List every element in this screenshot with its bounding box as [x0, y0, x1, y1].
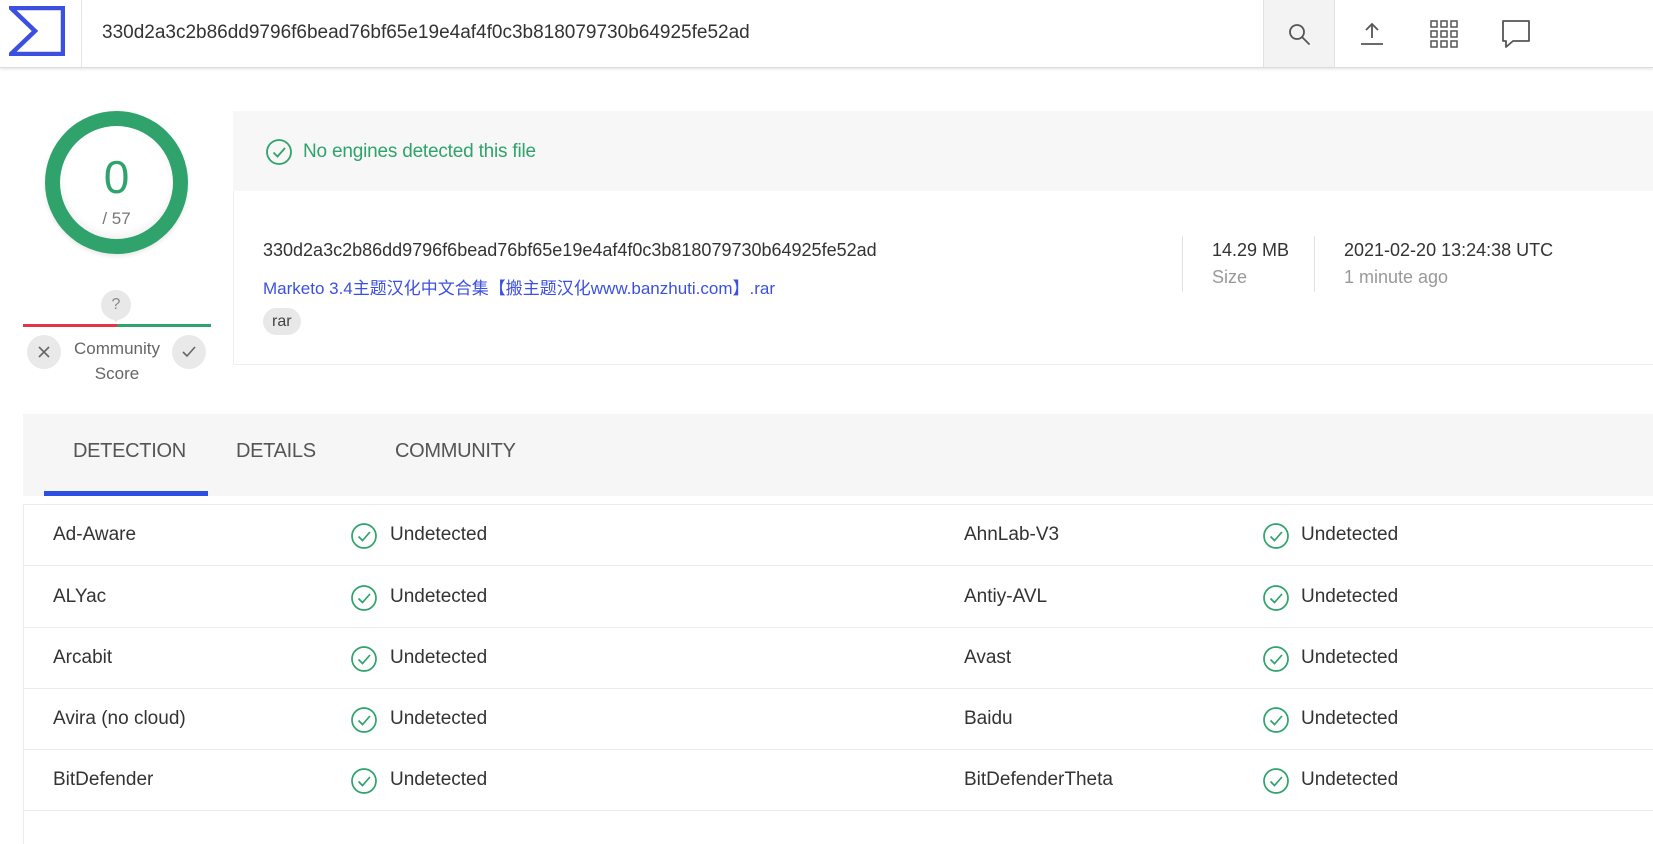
- score-inner: 0 / 57: [60, 126, 173, 239]
- meta-divider: [1314, 236, 1315, 292]
- engine-name: BitDefenderTheta: [964, 769, 1113, 790]
- chat-icon: [1502, 19, 1530, 48]
- vote-harmless-button[interactable]: [172, 335, 206, 369]
- engine-name: Baidu: [964, 708, 1013, 729]
- analysis-date-relative: 1 minute ago: [1344, 267, 1449, 287]
- sigma-logo-icon[interactable]: [9, 6, 65, 56]
- active-tab-indicator: [44, 491, 208, 496]
- table-row: BitDefender Undetected BitDefenderTheta …: [24, 750, 1653, 811]
- file-size-value: 14.29 MB: [1212, 240, 1290, 260]
- meta-divider: [1182, 236, 1183, 292]
- file-name-link[interactable]: Marketo 3.4主题汉化中文合集【搬主题汉化www.banzhuti.co…: [263, 274, 775, 299]
- report-tabs: DETECTION DETAILS COMMUNITY: [23, 414, 1653, 496]
- engine-name: Arcabit: [53, 647, 113, 668]
- table-row: Arcabit Undetected Avast Undetected: [24, 628, 1653, 689]
- tab-detection[interactable]: DETECTION: [73, 440, 186, 463]
- check-circle-icon: [1263, 523, 1289, 549]
- apps-grid-icon: [1430, 19, 1458, 48]
- file-hash: 330d2a3c2b86dd9796f6bead76bf65e19e4af4f0…: [263, 240, 877, 260]
- search-button[interactable]: [1263, 0, 1335, 67]
- community-label-line1: Community: [74, 339, 160, 358]
- community-bar-negative: [23, 324, 117, 327]
- community-score-label: Community Score: [62, 336, 172, 386]
- chat-button[interactable]: [1480, 0, 1552, 67]
- analysis-date-value: 2021-02-20 13:24:38 UTC: [1344, 240, 1554, 260]
- check-circle-icon: [1263, 585, 1289, 611]
- engine-status: Undetected: [390, 647, 488, 668]
- total-engines: / 57: [102, 209, 131, 228]
- community-label-line2: Score: [94, 364, 140, 383]
- engine-status: Undetected: [390, 524, 488, 545]
- engine-status: Undetected: [1301, 647, 1399, 668]
- engine-name: ALYac: [53, 586, 107, 607]
- top-bar: [0, 0, 1653, 68]
- check-circle-icon: [266, 139, 292, 165]
- detection-banner: No engines detected this file: [233, 111, 1653, 191]
- engine-status: Undetected: [390, 586, 488, 607]
- engine-name: Avira (no cloud): [53, 708, 186, 729]
- check-circle-icon: [1263, 646, 1289, 672]
- engine-status: Undetected: [1301, 586, 1399, 607]
- search-input[interactable]: [102, 18, 1242, 48]
- engine-status: Undetected: [390, 708, 488, 729]
- upload-button[interactable]: [1336, 0, 1408, 67]
- logo[interactable]: [0, 0, 82, 67]
- table-row: Ad-Aware Undetected AhnLab-V3 Undetected: [24, 505, 1653, 566]
- check-circle-icon: [1263, 707, 1289, 733]
- file-type-tag[interactable]: rar: [263, 308, 301, 335]
- engine-name: Antiy-AVL: [964, 586, 1048, 607]
- community-bar-positive: [117, 324, 211, 327]
- engine-name: Ad-Aware: [53, 524, 137, 545]
- check-icon: [182, 346, 196, 358]
- engine-status: Undetected: [1301, 524, 1399, 545]
- check-circle-icon: [351, 707, 377, 733]
- engine-status: Undetected: [1301, 769, 1399, 790]
- engine-status: Undetected: [1301, 708, 1399, 729]
- check-circle-icon: [351, 646, 377, 672]
- table-row: ALYac Undetected Antiy-AVL Undetected: [24, 567, 1653, 628]
- detection-results-table: Ad-Aware Undetected AhnLab-V3 Undetected…: [23, 504, 1653, 844]
- apps-button[interactable]: [1408, 0, 1480, 67]
- vote-harmful-button[interactable]: [27, 335, 61, 369]
- community-score-value: ?: [101, 290, 131, 323]
- engine-name: BitDefender: [53, 769, 154, 790]
- check-circle-icon: [351, 768, 377, 794]
- tab-details[interactable]: DETAILS: [236, 440, 316, 463]
- engine-status: Undetected: [390, 769, 488, 790]
- file-size-label: Size: [1212, 267, 1248, 287]
- tab-community[interactable]: COMMUNITY: [395, 440, 516, 463]
- close-icon: [38, 346, 50, 358]
- detection-score-ring: 0 / 57: [45, 111, 188, 254]
- engine-name: AhnLab-V3: [964, 524, 1060, 545]
- engine-name: Avast: [964, 647, 1012, 668]
- check-circle-icon: [351, 585, 377, 611]
- file-info-card: 330d2a3c2b86dd9796f6bead76bf65e19e4af4f0…: [233, 191, 1653, 365]
- check-circle-icon: [1263, 768, 1289, 794]
- upload-icon: [1361, 22, 1383, 45]
- banner-message: No engines detected this file: [303, 141, 536, 162]
- table-row: Avira (no cloud) Undetected Baidu Undete…: [24, 689, 1653, 750]
- check-circle-icon: [351, 523, 377, 549]
- detected-count: 0: [103, 151, 130, 203]
- search-icon: [1289, 23, 1310, 45]
